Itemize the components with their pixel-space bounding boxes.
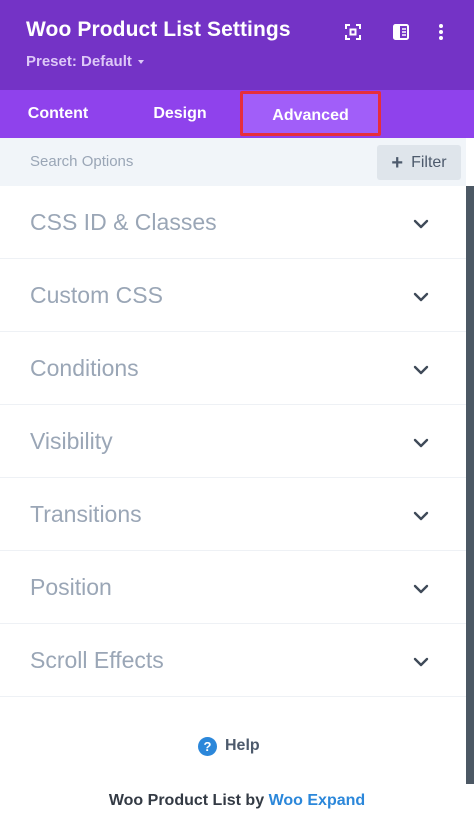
plus-icon: + xyxy=(391,151,404,174)
section-label: Scroll Effects xyxy=(30,647,164,673)
section-conditions[interactable]: Conditions xyxy=(0,332,466,405)
settings-panel: Woo Product List Settings Preset: Defaul… xyxy=(0,0,474,818)
panel-title: Woo Product List Settings xyxy=(26,18,291,41)
help-icon: ? xyxy=(198,736,217,756)
tab-content[interactable]: Content xyxy=(0,90,116,138)
more-options-icon[interactable] xyxy=(431,22,451,42)
chevron-down-icon[interactable] xyxy=(413,365,429,375)
chevron-down-icon[interactable] xyxy=(413,584,429,594)
preset-dropdown[interactable]: Preset: Default xyxy=(26,53,144,70)
section-visibility[interactable]: Visibility xyxy=(0,405,466,478)
chevron-down-icon[interactable] xyxy=(413,511,429,521)
section-css-id-classes[interactable]: CSS ID & Classes xyxy=(0,186,466,259)
filter-label: Filter xyxy=(411,153,447,171)
section-label: Custom CSS xyxy=(30,282,163,308)
section-label: Visibility xyxy=(30,428,113,454)
tab-bar: Content Design Advanced xyxy=(0,90,474,138)
section-position[interactable]: Position xyxy=(0,551,466,624)
scrollbar[interactable] xyxy=(466,186,474,784)
section-label: Position xyxy=(30,574,112,600)
section-scroll-effects[interactable]: Scroll Effects xyxy=(0,624,466,697)
chevron-down-icon[interactable] xyxy=(413,219,429,229)
panel-header: Woo Product List Settings Preset: Defaul… xyxy=(0,0,474,90)
footer-link[interactable]: Woo Expand xyxy=(269,792,366,809)
search-input[interactable] xyxy=(30,138,350,186)
section-label: CSS ID & Classes xyxy=(30,209,217,235)
section-label: Conditions xyxy=(30,355,139,381)
footer-credit: Woo Product List by Woo Expand xyxy=(0,792,474,810)
chevron-down-icon[interactable] xyxy=(413,292,429,302)
help-link[interactable]: ? Help xyxy=(198,735,260,757)
filter-button[interactable]: + Filter xyxy=(377,145,461,180)
expand-icon[interactable] xyxy=(343,22,363,42)
chevron-down-icon[interactable] xyxy=(413,657,429,667)
section-label: Transitions xyxy=(30,501,142,527)
settings-sections: CSS ID & Classes Custom CSS Conditions V… xyxy=(0,186,466,697)
preset-label: Preset: Default xyxy=(26,53,132,70)
section-transitions[interactable]: Transitions xyxy=(0,478,466,551)
tab-advanced[interactable]: Advanced xyxy=(240,91,381,136)
split-view-icon[interactable] xyxy=(391,22,411,42)
footer-text: Woo Product List by xyxy=(108,792,265,809)
help-label: Help xyxy=(225,737,260,754)
tab-design[interactable]: Design xyxy=(122,90,238,138)
section-custom-css[interactable]: Custom CSS xyxy=(0,259,466,332)
chevron-down-icon[interactable] xyxy=(413,438,429,448)
caret-down-icon xyxy=(137,59,144,64)
